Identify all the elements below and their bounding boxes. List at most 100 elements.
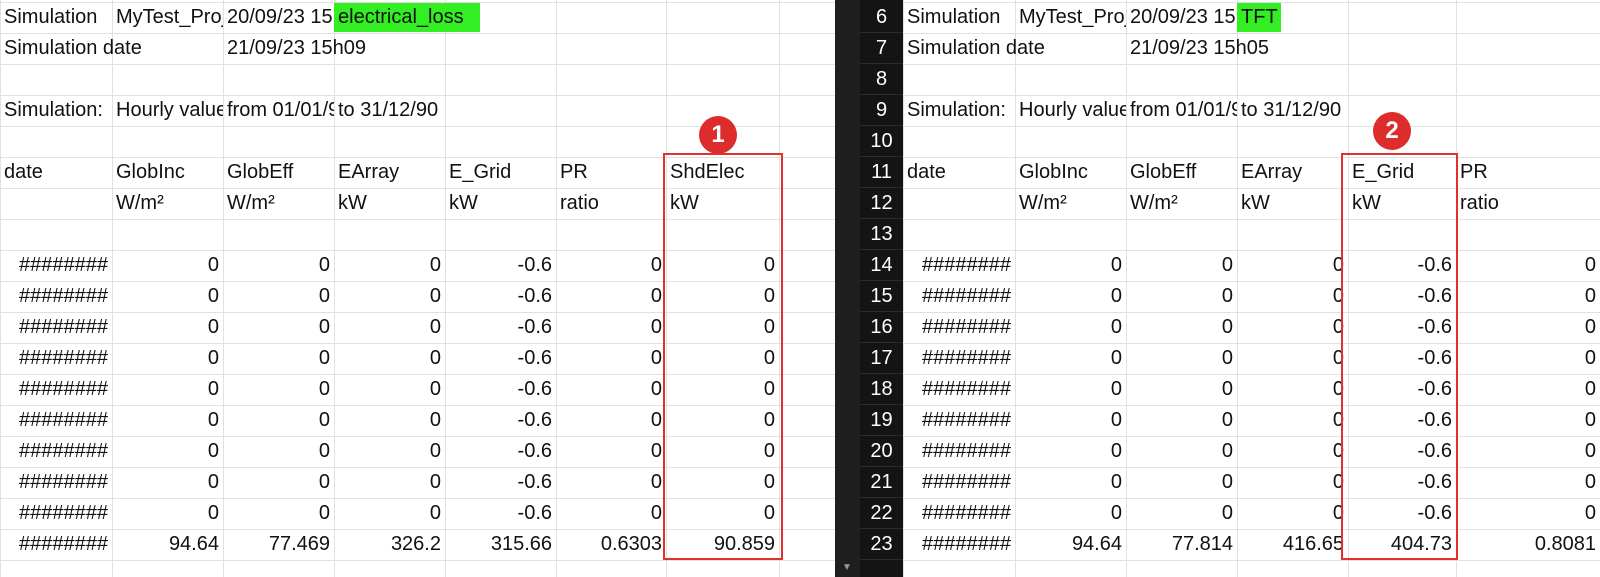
row-number[interactable]: 6 bbox=[860, 2, 903, 33]
row-number[interactable]: 11 bbox=[860, 157, 903, 188]
cell[interactable]: 326.2 bbox=[334, 529, 445, 560]
cell[interactable]: 0 bbox=[1126, 436, 1237, 467]
cell[interactable]: 416.65 bbox=[1237, 529, 1348, 560]
cell[interactable]: ######## bbox=[903, 467, 1015, 498]
cell[interactable]: 0 bbox=[1456, 250, 1600, 281]
cell[interactable]: 0 bbox=[1237, 250, 1348, 281]
cell[interactable]: 0 bbox=[1015, 467, 1126, 498]
cell[interactable]: 21/09/23 15h09 bbox=[223, 33, 445, 64]
cell[interactable]: -0.6 bbox=[445, 250, 556, 281]
cell[interactable]: 0 bbox=[223, 436, 334, 467]
cell[interactable]: W/m² bbox=[1015, 188, 1126, 219]
cell[interactable]: ######## bbox=[0, 343, 112, 374]
cell[interactable]: 0 bbox=[223, 250, 334, 281]
cell[interactable]: 0 bbox=[223, 405, 334, 436]
cell[interactable]: 0 bbox=[1015, 374, 1126, 405]
cell[interactable]: -0.6 bbox=[445, 312, 556, 343]
cell[interactable]: GlobEff bbox=[223, 157, 334, 188]
cell[interactable]: TFT bbox=[1237, 3, 1281, 32]
cell[interactable]: EArray bbox=[1237, 157, 1348, 188]
cell[interactable]: 0 bbox=[223, 343, 334, 374]
cell[interactable]: 0 bbox=[223, 312, 334, 343]
cell[interactable]: 0 bbox=[1015, 312, 1126, 343]
cell[interactable]: Simulation date bbox=[903, 33, 1126, 64]
cell[interactable]: MyTest_Project bbox=[1015, 2, 1126, 33]
cell[interactable]: 0 bbox=[1126, 281, 1237, 312]
cell[interactable]: 0.8081 bbox=[1456, 529, 1600, 560]
cell[interactable]: 0 bbox=[1015, 498, 1126, 529]
cell[interactable]: 0 bbox=[1015, 343, 1126, 374]
row-number[interactable]: 21 bbox=[860, 467, 903, 498]
cell[interactable]: 0 bbox=[334, 467, 445, 498]
cell[interactable]: PR bbox=[556, 157, 666, 188]
cell[interactable]: Hourly values bbox=[112, 95, 223, 126]
cell[interactable]: 0 bbox=[1015, 250, 1126, 281]
cell[interactable]: 0 bbox=[1015, 436, 1126, 467]
cell[interactable]: to 31/12/90 bbox=[1237, 95, 1348, 126]
row-number[interactable]: 14 bbox=[860, 250, 903, 281]
cell[interactable]: 0 bbox=[1237, 405, 1348, 436]
cell[interactable]: 0 bbox=[1456, 343, 1600, 374]
cell[interactable]: 0 bbox=[1237, 498, 1348, 529]
cell[interactable]: 0 bbox=[112, 498, 223, 529]
cell[interactable]: -0.6 bbox=[445, 436, 556, 467]
cell[interactable]: 0 bbox=[1126, 498, 1237, 529]
cell[interactable]: 0 bbox=[112, 250, 223, 281]
cell[interactable]: 0 bbox=[556, 498, 666, 529]
cell[interactable]: to 31/12/90 bbox=[334, 95, 445, 126]
cell[interactable]: 0 bbox=[1237, 467, 1348, 498]
cell[interactable]: ######## bbox=[0, 467, 112, 498]
row-number[interactable]: 16 bbox=[860, 312, 903, 343]
cell[interactable]: 0 bbox=[1456, 498, 1600, 529]
cell[interactable]: 0 bbox=[1456, 436, 1600, 467]
cell[interactable]: 0 bbox=[223, 374, 334, 405]
cell[interactable]: 0 bbox=[112, 436, 223, 467]
row-number[interactable]: 17 bbox=[860, 343, 903, 374]
cell[interactable]: 0 bbox=[112, 312, 223, 343]
cell[interactable]: ######## bbox=[903, 343, 1015, 374]
cell[interactable]: 0 bbox=[334, 250, 445, 281]
cell[interactable]: ######## bbox=[0, 312, 112, 343]
cell[interactable]: ratio bbox=[556, 188, 666, 219]
cell[interactable]: 0 bbox=[1126, 374, 1237, 405]
cell[interactable]: ######## bbox=[0, 529, 112, 560]
cell[interactable]: 0 bbox=[223, 281, 334, 312]
cell[interactable]: 0 bbox=[112, 281, 223, 312]
row-number[interactable]: 20 bbox=[860, 436, 903, 467]
row-number[interactable]: 18 bbox=[860, 374, 903, 405]
cell[interactable]: kW bbox=[445, 188, 556, 219]
cell[interactable]: ######## bbox=[0, 250, 112, 281]
cell[interactable]: 0 bbox=[556, 343, 666, 374]
cell[interactable]: 0 bbox=[1126, 343, 1237, 374]
cell[interactable]: 315.66 bbox=[445, 529, 556, 560]
cell[interactable]: ######## bbox=[903, 498, 1015, 529]
cell[interactable]: Simulation bbox=[0, 2, 112, 33]
cell[interactable]: 0 bbox=[1015, 405, 1126, 436]
cell[interactable]: 0 bbox=[334, 436, 445, 467]
cell[interactable]: 0.6303 bbox=[556, 529, 666, 560]
cell[interactable]: 0 bbox=[1456, 374, 1600, 405]
cell[interactable]: 0 bbox=[1456, 281, 1600, 312]
cell[interactable]: W/m² bbox=[1126, 188, 1237, 219]
cell[interactable]: kW bbox=[334, 188, 445, 219]
cell[interactable]: ######## bbox=[0, 281, 112, 312]
cell[interactable]: from 01/01/90 bbox=[223, 95, 334, 126]
cell[interactable]: Simulation: bbox=[903, 95, 1015, 126]
cell[interactable]: E_Grid bbox=[445, 157, 556, 188]
cell[interactable]: 0 bbox=[556, 405, 666, 436]
cell[interactable]: date bbox=[903, 157, 1015, 188]
cell[interactable]: EArray bbox=[334, 157, 445, 188]
cell[interactable]: -0.6 bbox=[445, 498, 556, 529]
cell[interactable]: MyTest_Project bbox=[112, 2, 223, 33]
cell[interactable]: 0 bbox=[112, 343, 223, 374]
cell[interactable]: 94.64 bbox=[1015, 529, 1126, 560]
cell[interactable]: 0 bbox=[556, 250, 666, 281]
scroll-down-arrow-icon[interactable]: ▼ bbox=[842, 562, 852, 573]
row-number[interactable]: 10 bbox=[860, 126, 903, 157]
cell[interactable]: ######## bbox=[903, 405, 1015, 436]
cell[interactable]: electrical_loss bbox=[334, 3, 480, 32]
cell[interactable]: kW bbox=[1237, 188, 1348, 219]
cell[interactable]: Simulation bbox=[903, 2, 1015, 33]
row-number[interactable]: 9 bbox=[860, 95, 903, 126]
cell[interactable]: date bbox=[0, 157, 112, 188]
